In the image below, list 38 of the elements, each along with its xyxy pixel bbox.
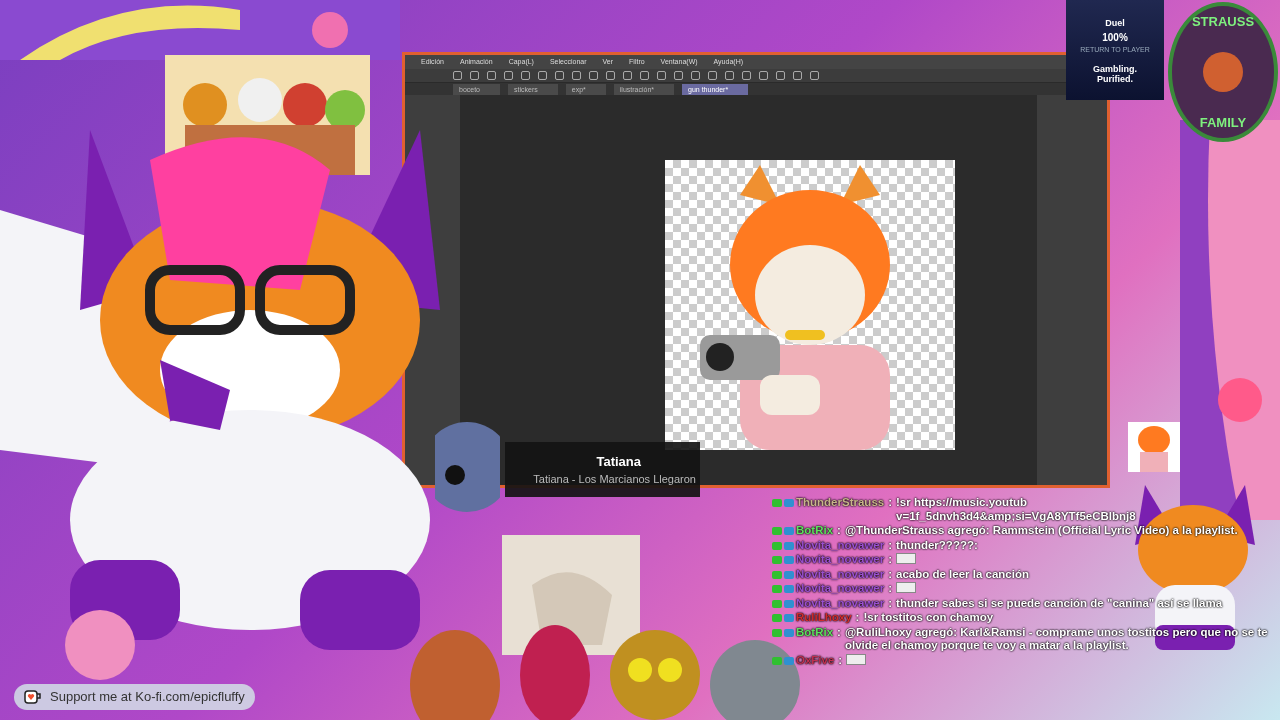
chat-username: RuliLhoxy: [796, 611, 852, 625]
chat-separator: :: [888, 553, 893, 567]
chat-separator: :: [888, 596, 893, 610]
chat-text: !sr https://music.youtub v=1f_5dnvh3d4&amp;si=VgA8YTf5eCBlbnj8: [896, 496, 1137, 523]
chat-text: !sr tostitos con chamoy: [863, 611, 995, 625]
ad-title: Duel: [1105, 16, 1125, 30]
emote-icon: [896, 582, 917, 593]
chat-username: BotRix: [796, 524, 834, 538]
chat-separator: :: [888, 567, 893, 581]
chat-text: acabo de leer la canción: [896, 567, 1030, 581]
emote-icon: [896, 553, 917, 564]
chat-separator: :: [838, 653, 843, 667]
chat-username: Novita_novawer: [796, 553, 885, 567]
cup-icon: [24, 689, 42, 704]
song-artist: Tatiana - Los Marcianos Llegaron: [533, 472, 696, 487]
chat-separator: :: [855, 611, 860, 625]
logo-text: STRAUSS: [1191, 13, 1255, 31]
chat-text: thunder sabes si se puede canción de "canina" así se llama: [896, 596, 1224, 610]
chat-username: BotRix: [796, 625, 834, 639]
support-banner[interactable]: Support me at Ko-fi.com/epicfluffy: [14, 684, 255, 710]
ad-value: 100%: [1102, 31, 1128, 45]
chat-separator: :: [888, 496, 893, 510]
chat-username: Novita_novawer: [796, 538, 885, 552]
chat-separator: :: [888, 538, 893, 552]
support-text: Support me at Ko-fi.com/epicfluffy: [50, 688, 245, 706]
chat-username: Novita_novawer: [796, 596, 885, 610]
chat-separator: :: [888, 582, 893, 596]
song-title: Tatiana: [596, 452, 641, 471]
chat-username: OxFive: [796, 653, 835, 667]
chat-username: Novita_novawer: [796, 582, 885, 596]
chat-separator: :: [837, 625, 841, 639]
emote-icon: [846, 653, 867, 665]
ad-tagline: Gambling. Purified.: [1092, 63, 1138, 84]
avatar-icon: [1203, 52, 1243, 92]
chat-username: ThunderStrauss: [796, 496, 885, 510]
chat-separator: :: [837, 524, 841, 538]
chat-username: Novita_novawer: [796, 567, 885, 581]
chat-text: thunder?????:: [896, 538, 979, 552]
